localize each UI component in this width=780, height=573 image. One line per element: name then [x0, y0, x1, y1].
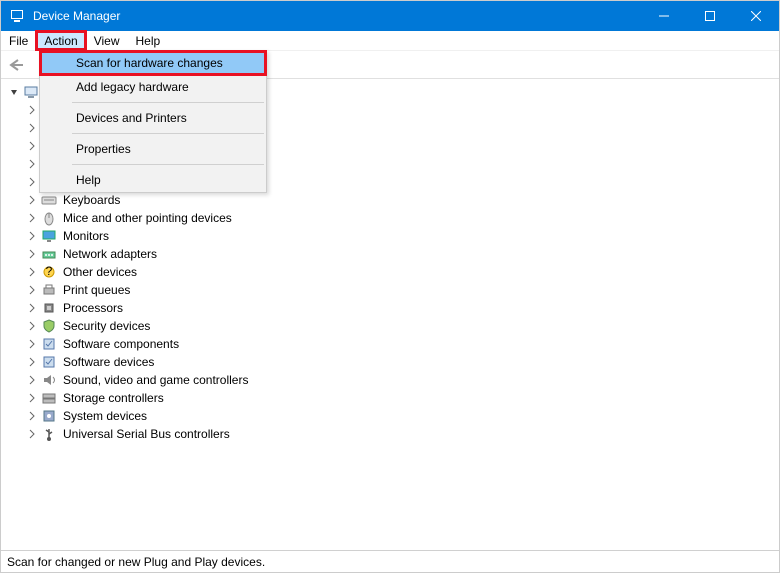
tree-item-label: Monitors	[61, 229, 111, 243]
statusbar: Scan for changed or new Plug and Play de…	[1, 550, 779, 572]
chevron-right-icon[interactable]	[25, 175, 39, 189]
menu-properties-label: Properties	[76, 142, 131, 156]
tree-item[interactable]: Keyboards	[21, 191, 779, 209]
minimize-button[interactable]	[641, 1, 687, 31]
tree-item[interactable]: Security devices	[21, 317, 779, 335]
tree-item[interactable]: Mice and other pointing devices	[21, 209, 779, 227]
chevron-right-icon[interactable]	[25, 319, 39, 333]
menu-add-legacy-label: Add legacy hardware	[76, 80, 189, 94]
chevron-right-icon[interactable]	[25, 355, 39, 369]
usb-icon	[41, 426, 57, 442]
menu-devices-printers[interactable]: Devices and Printers	[40, 106, 266, 130]
chevron-right-icon[interactable]	[25, 193, 39, 207]
tree-item[interactable]: Storage controllers	[21, 389, 779, 407]
network-icon	[41, 246, 57, 262]
menu-action-label: Action	[44, 34, 77, 48]
menu-file-label: File	[9, 34, 28, 48]
chevron-right-icon[interactable]	[25, 157, 39, 171]
window-controls	[641, 1, 779, 31]
chevron-right-icon[interactable]	[25, 391, 39, 405]
tree-item[interactable]: Software components	[21, 335, 779, 353]
titlebar: Device Manager	[1, 1, 779, 31]
tree-item-label: System devices	[61, 409, 149, 423]
tree-item[interactable]: Universal Serial Bus controllers	[21, 425, 779, 443]
system-icon	[41, 408, 57, 424]
action-dropdown: Scan for hardware changes Add legacy har…	[39, 50, 267, 193]
tree-item-label: Print queues	[61, 283, 132, 297]
tree-item[interactable]: Processors	[21, 299, 779, 317]
tree-item-label: Storage controllers	[61, 391, 166, 405]
storage-icon	[41, 390, 57, 406]
toolbar-back-button[interactable]	[5, 54, 27, 76]
tree-item[interactable]: ? Other devices	[21, 263, 779, 281]
chevron-right-icon[interactable]	[25, 283, 39, 297]
dropdown-separator	[72, 164, 264, 165]
menu-scan-hardware[interactable]: Scan for hardware changes	[40, 51, 266, 75]
tree-item[interactable]: Print queues	[21, 281, 779, 299]
menu-add-legacy[interactable]: Add legacy hardware	[40, 75, 266, 99]
sound-icon	[41, 372, 57, 388]
menu-action[interactable]: Action	[36, 31, 85, 50]
security-icon	[41, 318, 57, 334]
status-text: Scan for changed or new Plug and Play de…	[7, 555, 265, 569]
menu-help-item-label: Help	[76, 173, 101, 187]
menu-help[interactable]: Help	[128, 31, 169, 50]
tree-item[interactable]: System devices	[21, 407, 779, 425]
menu-view[interactable]: View	[86, 31, 128, 50]
tree-item-label: Security devices	[61, 319, 152, 333]
chevron-right-icon[interactable]	[25, 301, 39, 315]
window-title: Device Manager	[33, 9, 641, 23]
chevron-right-icon[interactable]	[25, 337, 39, 351]
chevron-right-icon[interactable]	[25, 247, 39, 261]
app-icon	[9, 8, 25, 24]
chevron-right-icon[interactable]	[25, 139, 39, 153]
menubar: File Action View Help	[1, 31, 779, 51]
menu-scan-hardware-label: Scan for hardware changes	[76, 56, 223, 70]
tree-item[interactable]: Network adapters	[21, 245, 779, 263]
tree-item[interactable]: Monitors	[21, 227, 779, 245]
keyboard-icon	[41, 192, 57, 208]
computer-icon	[23, 84, 39, 100]
dropdown-separator	[72, 133, 264, 134]
tree-item-label: Sound, video and game controllers	[61, 373, 250, 387]
close-button[interactable]	[733, 1, 779, 31]
menu-file[interactable]: File	[1, 31, 36, 50]
tree-item[interactable]: Software devices	[21, 353, 779, 371]
chevron-down-icon[interactable]	[7, 85, 21, 99]
tree-item-label: Universal Serial Bus controllers	[61, 427, 232, 441]
software-icon	[41, 336, 57, 352]
chevron-right-icon[interactable]	[25, 103, 39, 117]
dropdown-separator	[72, 102, 264, 103]
tree-item-label: Software devices	[61, 355, 156, 369]
svg-text:?: ?	[46, 264, 53, 278]
tree-item-label: Keyboards	[61, 193, 122, 207]
chevron-right-icon[interactable]	[25, 211, 39, 225]
menu-view-label: View	[94, 34, 120, 48]
monitor-icon	[41, 228, 57, 244]
device-manager-window: Device Manager File Action View Help Sc	[0, 0, 780, 573]
menu-help-label: Help	[136, 34, 161, 48]
chevron-right-icon[interactable]	[25, 373, 39, 387]
chevron-right-icon[interactable]	[25, 229, 39, 243]
maximize-button[interactable]	[687, 1, 733, 31]
cpu-icon	[41, 300, 57, 316]
tree-item-label: Mice and other pointing devices	[61, 211, 234, 225]
chevron-right-icon[interactable]	[25, 427, 39, 441]
tree-item[interactable]: Sound, video and game controllers	[21, 371, 779, 389]
tree-item-label: Software components	[61, 337, 181, 351]
other-icon: ?	[41, 264, 57, 280]
printer-icon	[41, 282, 57, 298]
mouse-icon	[41, 210, 57, 226]
tree-item-label: Processors	[61, 301, 125, 315]
tree-item-label: Network adapters	[61, 247, 159, 261]
tree-item-label: Other devices	[61, 265, 139, 279]
software-icon	[41, 354, 57, 370]
chevron-right-icon[interactable]	[25, 265, 39, 279]
menu-devices-printers-label: Devices and Printers	[76, 111, 187, 125]
menu-properties[interactable]: Properties	[40, 137, 266, 161]
chevron-right-icon[interactable]	[25, 121, 39, 135]
chevron-right-icon[interactable]	[25, 409, 39, 423]
menu-help-item[interactable]: Help	[40, 168, 266, 192]
